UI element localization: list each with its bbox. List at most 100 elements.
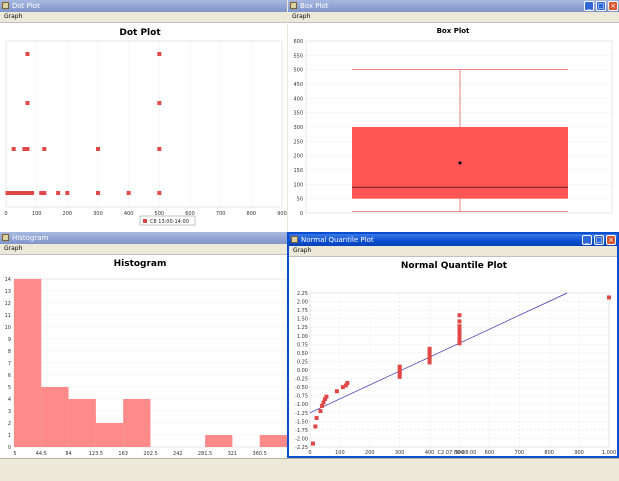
y-tick-label: -0.75 [295,394,308,400]
x-tick-label: 900 [574,450,584,456]
close-button[interactable]: × [606,235,616,245]
dot-plot-chart: Dot Plot 0 100 200 300 400 500 600 700 800 900 C8… [4,28,287,226]
data-point [157,191,162,195]
data-point [126,191,131,195]
y-tick-label: 1.75 [297,308,308,314]
x-tick-label: 800 [544,450,554,456]
minimize-button[interactable]: _ [582,235,592,245]
data-point [324,394,329,399]
legend-swatch [143,219,147,223]
plot-frame [5,40,283,208]
close-button[interactable]: × [608,1,618,11]
dot-plot-titlebar[interactable]: Dot Plot [0,0,287,12]
legend-label: C8 13:00-14:00 [150,219,189,225]
y-tick-label: 13 [5,289,11,295]
data-point [319,403,324,408]
data-point [607,295,611,300]
y-tick-label: 2.25 [297,291,308,297]
data-point [457,334,462,339]
x-tick-label: 400 [425,450,435,456]
x-tick-label: 0 [308,450,311,456]
y-tick-label: -0.25 [295,377,308,383]
y-tick-label: 1 [8,433,11,439]
dot-plot-area: Dot Plot 0 100 200 300 400 500 600 700 800 900 C8… [0,22,287,232]
window-icon [2,2,9,9]
minimize-button[interactable]: _ [584,1,594,11]
histogram-titlebar[interactable]: Histogram [0,232,287,244]
histogram-bar [41,387,69,447]
window-icon [291,236,298,243]
y-tick-label: 5 [8,385,11,391]
x-tick-label: 200 [63,211,73,217]
y-tick-label: 9 [8,337,11,343]
histogram-window: Histogram Graph Histogram 0 1 2 3 4 5 6 7 8 9 10 11… [0,232,287,458]
data-point [310,441,315,446]
y-tick-label: 100 [293,182,303,188]
y-tick-label: 3 [8,409,11,415]
x-tick-label: 5 [13,451,16,457]
y-tick-label: 250 [293,139,303,145]
y-tick-label: 14 [5,277,11,283]
y-tick-label: 8 [8,349,11,355]
box-plot-window: Box Plot _ □ × Graph Box Plot 0 50 100 150 2… [288,0,619,232]
x-tick-label: 200 [365,450,375,456]
y-tick-label: 200 [293,154,303,160]
data-point [397,364,402,369]
data-point [42,147,47,151]
maximize-button[interactable]: □ [596,1,606,11]
y-tick-label: 400 [293,96,303,102]
menu-graph[interactable]: Graph [4,245,22,252]
data-point [457,313,462,318]
data-point [96,191,100,195]
data-point [65,191,70,195]
x-tick-label: 400 [124,211,134,217]
x-tick-label: 1,000 [602,450,616,456]
x-tick-label: 600 [485,450,495,456]
normal-quantile-title: Normal Quantile Plot [401,261,508,271]
data-point [56,191,61,195]
window-icon [2,234,9,241]
box-plot-menubar: Graph [288,12,619,22]
data-point [457,324,462,329]
y-tick-label: 0.75 [297,342,308,348]
normal-quantile-titlebar[interactable]: Normal Quantile Plot _ □ × [289,234,617,246]
histogram-bar [205,435,233,447]
y-tick-label: 2.00 [297,300,308,306]
histogram-title: Histogram [114,259,167,269]
status-bar [0,458,619,481]
data-point [25,101,30,105]
menu-graph[interactable]: Graph [292,13,310,20]
data-point [345,381,350,386]
y-tick-label: -0.50 [295,385,308,391]
y-tick-label: 0.50 [297,351,308,357]
data-point [157,101,162,105]
menu-graph[interactable]: Graph [4,13,22,20]
x-tick-label: 900 [277,211,287,217]
box-plot-titlebar[interactable]: Box Plot _ □ × [288,0,619,12]
histogram-bar [14,279,42,447]
dot-plot-window: Dot Plot Graph Dot Plot 0 100 200 300 400 500… [0,0,287,232]
y-tick-label: 50 [297,197,303,203]
data-point [427,352,432,357]
y-tick-label: -1.75 [295,428,308,434]
dot-plot-legend: C8 13:00-14:00 [139,215,196,226]
data-point [457,327,462,332]
x-tick-label: 202.5 [143,451,157,457]
maximize-button[interactable]: □ [594,235,604,245]
normal-quantile-menubar: Graph [289,246,617,256]
normal-quantile-window-title: Normal Quantile Plot [301,236,374,244]
x-tick-label: 300 [395,450,405,456]
menu-graph[interactable]: Graph [293,247,311,254]
y-tick-label: 550 [293,53,303,59]
y-tick-label: 600 [293,39,303,45]
y-tick-label: 0 [300,211,303,217]
box-plot-area: Box Plot 0 50 100 150 200 250 300 350 400 450 500 5… [288,22,619,232]
y-tick-label: 0 [8,445,11,451]
y-tick-label: -1.50 [295,419,308,425]
y-tick-label: 2 [8,421,11,427]
x-tick-label: 360.5 [253,451,267,457]
box-plot-window-title: Box Plot [300,2,329,10]
x-tick-label: 281.5 [198,451,212,457]
y-tick-label: 0.25 [297,359,308,365]
data-point [457,341,462,346]
